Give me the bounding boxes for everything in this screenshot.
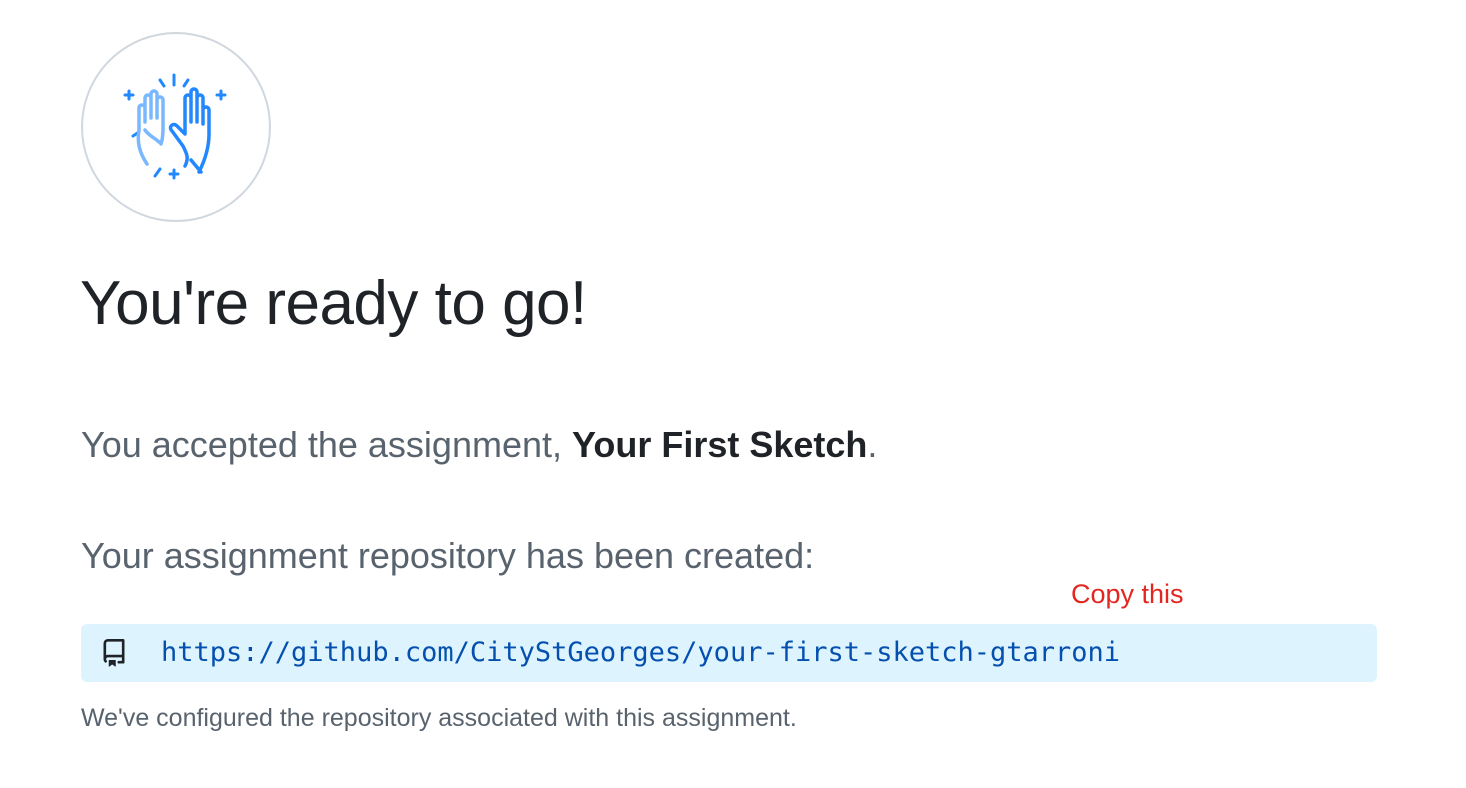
repository-created-heading: Your assignment repository has been crea… [81, 535, 815, 576]
assignment-accepted-message: You accepted the assignment, Your First … [81, 424, 877, 466]
page-title: You're ready to go! [80, 269, 587, 338]
repository-url-link[interactable]: https://github.com/CityStGeorges/your-fi… [161, 637, 1120, 669]
hero-avatar [81, 32, 271, 222]
assignment-name: Your First Sketch [572, 424, 868, 465]
copy-this-annotation: Copy this [1071, 579, 1184, 609]
repository-configured-note: We've configured the repository associat… [81, 704, 797, 732]
repository-link-box: https://github.com/CityStGeorges/your-fi… [81, 624, 1377, 682]
repo-icon [103, 639, 125, 667]
assignment-prefix: You accepted the assignment, [81, 424, 573, 465]
assignment-suffix: . [867, 424, 878, 465]
high-five-icon [123, 73, 227, 180]
